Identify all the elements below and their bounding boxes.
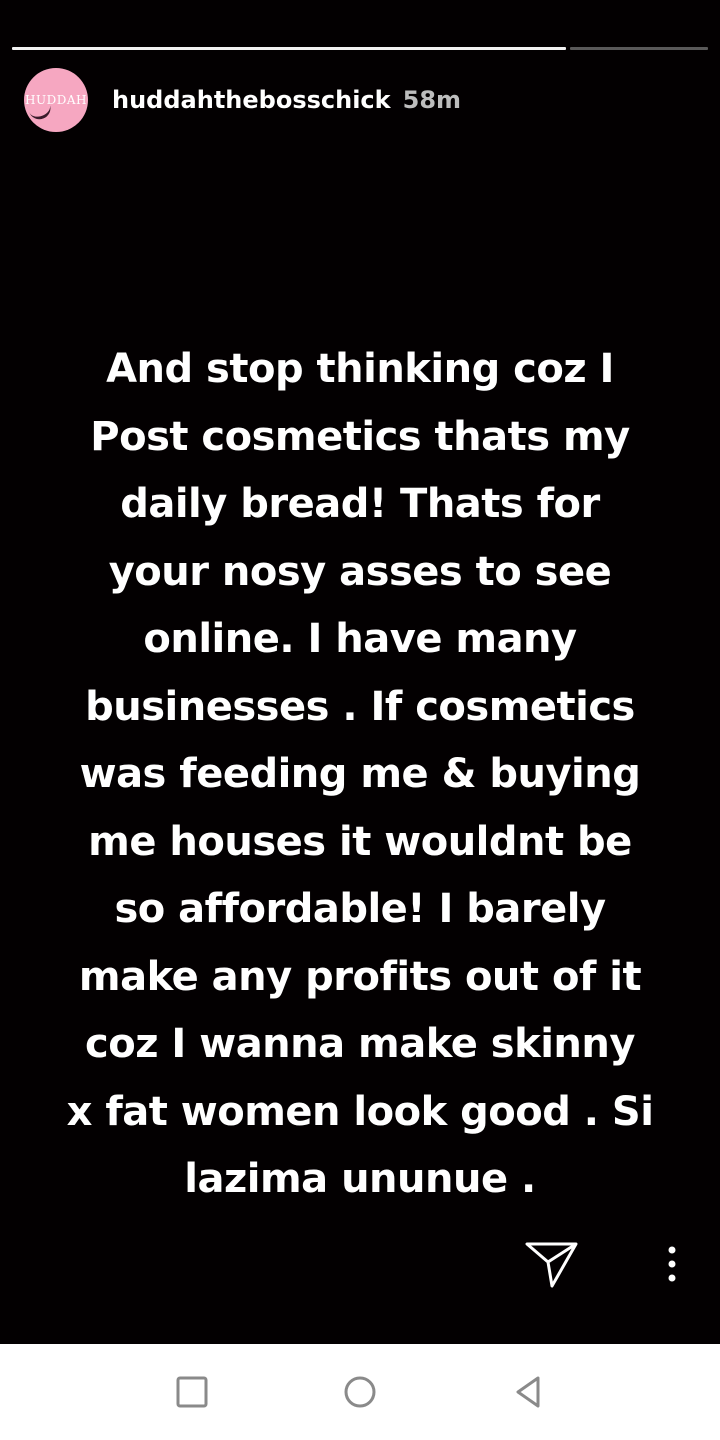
story-header: HUDDAH huddahthebosschick 58m [24,68,461,132]
home-button[interactable] [336,1368,384,1416]
more-options-button[interactable] [652,1244,692,1284]
circle-icon [344,1376,376,1408]
story-viewer[interactable]: HUDDAH huddahthebosschick 58m And stop t… [0,0,720,1344]
username[interactable]: huddahthebosschick [112,86,391,114]
post-time: 58m [402,86,462,114]
story-progress-bar [12,47,708,50]
send-button[interactable] [524,1240,580,1290]
triangle-back-icon [516,1376,540,1408]
back-button[interactable] [504,1368,552,1416]
square-icon [176,1376,208,1408]
paper-plane-icon [525,1242,578,1288]
system-navigation-bar [0,1344,720,1440]
vertical-dots-icon [668,1246,676,1282]
recents-button[interactable] [168,1368,216,1416]
avatar-logo-text: HUDDAH [25,93,87,107]
avatar[interactable]: HUDDAH [24,68,88,132]
story-text: And stop thinking coz I Post cosmetics t… [66,346,654,1202]
progress-segment-remaining [569,47,708,50]
progress-segment-filled [12,47,566,50]
